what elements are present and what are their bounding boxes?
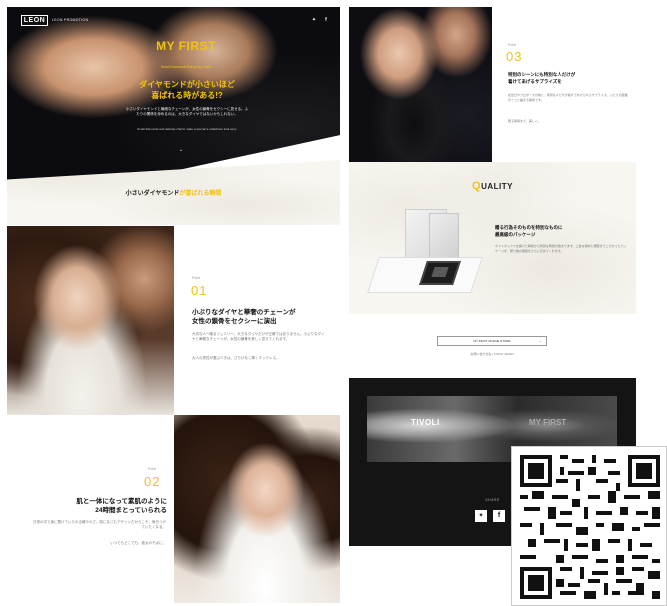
- footer-facebook-button[interactable]: f: [493, 510, 505, 522]
- section-01-content: Point 01 小ぶりなダイヤと華奢のチェーンが 女性の鎖骨をセクシーに演出 …: [174, 226, 340, 415]
- hero-catch-line2: 喜ばれる時がある!?: [151, 91, 223, 100]
- section-03-sub: Point: [508, 43, 516, 47]
- section-01-photo: [7, 226, 174, 415]
- quality-title-q: Q: [472, 180, 482, 192]
- store-caption: お問い合わせ先 / TIVOLI JAPAN: [470, 352, 514, 356]
- store-area: MY FIRST ONLINE STORE → お問い合わせ先 / TIVOLI…: [349, 314, 636, 378]
- quality-heading-l2: 最高級のパッケージ: [495, 232, 536, 237]
- hero-subtitle-en: Small Diamonds Bring Big Smile: [160, 65, 212, 69]
- section-03-number: 03: [506, 49, 523, 64]
- section-02-sub: Point: [148, 467, 156, 471]
- package-box-back2: [429, 213, 459, 261]
- section-02-photo: [174, 415, 340, 603]
- footer-myfirst-logo: MY FIRST: [529, 418, 567, 427]
- section-03-body: 記念日やプロポーズの前に、特別な人だけが着けてあげられるサプライズ。ふたりの距離…: [508, 93, 628, 102]
- section-03-heading-l2: 着けてあげるサプライズを: [508, 79, 562, 84]
- leon-logo[interactable]: LEON: [21, 15, 48, 26]
- hero-title: MY FIRST: [156, 39, 216, 53]
- hero-catch-line1: ダイヤモンドが小さいほど: [139, 80, 235, 89]
- scroll-down-icon[interactable]: ⌄: [178, 147, 184, 153]
- section-03-heading-l1: 特別のシーンにも特別な人だけが: [508, 72, 576, 77]
- section-02-heading-l2: 24時間まとっていられる: [95, 507, 167, 514]
- section-01-heading-l2: 女性の鎖骨をセクシーに演出: [192, 318, 277, 325]
- twitter-icon[interactable]: ✦: [311, 17, 317, 23]
- section-01-number: 01: [191, 283, 208, 298]
- online-store-button[interactable]: MY FIRST ONLINE STORE →: [437, 336, 547, 346]
- facebook-icon[interactable]: f: [323, 17, 329, 23]
- section-01-note: 大人の男性が選ぶべきは、さりげなく輝くネックレス。: [192, 356, 280, 360]
- qr-code: [511, 446, 667, 606]
- quality-section: QUALITY 贈る行為そのものを特別なものに 最高級のパッケージ ギフトボック…: [349, 162, 636, 314]
- arrow-right-icon: →: [538, 338, 542, 343]
- section-03-photo: [349, 7, 492, 162]
- online-store-button-label: MY FIRST ONLINE STORE: [473, 339, 511, 343]
- package-image: [367, 207, 487, 299]
- section-01-sub: Point: [192, 276, 200, 280]
- brand-subtitle: LEON PROMOTION: [52, 18, 89, 22]
- quality-title-rest: UALITY: [481, 182, 513, 191]
- quality-heading-l1: 贈る行為そのものを特別なものに: [495, 225, 563, 230]
- banner-text: 小さいダイヤモンドが喜ばれる瞬間: [7, 188, 340, 197]
- section-01-body: 大切な人へ贈るジュエリー。大きなダイヤだけが正解ではありません。小ぶりなダイヤと…: [192, 332, 325, 341]
- footer-twitter-button[interactable]: ✦: [475, 510, 487, 522]
- footer-tivoli-logo: TIVOLI: [411, 418, 440, 427]
- hero-body-jp: 小さいダイヤモンドと繊細なチェーンが、女性の鎖骨をセクシーに見せる。ふたりの関係…: [125, 107, 249, 116]
- quality-title: QUALITY: [349, 180, 636, 192]
- qr-code-graphic: [520, 455, 660, 599]
- section-02-number: 02: [144, 474, 161, 489]
- section-03-note: 贈る瞬間まで、美しく。: [508, 119, 541, 123]
- banner-text-plain: 小さいダイヤモンド: [125, 191, 180, 197]
- section-02-note: いつでもどこでも、彼女のそばに。: [110, 541, 166, 545]
- section-02-body: 日常の中で身に着けていられる軽やかさ。肌になじむデザインだからこそ、毎日つけてい…: [33, 520, 166, 529]
- section-03-content: Point 03 特別のシーンにも特別な人だけが 着けてあげるサプライズを 記念…: [492, 7, 636, 162]
- section-01-heading-l1: 小ぶりなダイヤと華奢のチェーンが: [192, 309, 296, 316]
- section-02-content: Point 02 肌と一体になって素肌のように 24時間まとっていられる 日常の…: [7, 415, 174, 603]
- quality-body: ギフトボックスを開けた瞬間から特別な時間が始まります。上質な素材と細部までこだわ…: [495, 244, 627, 253]
- banner-text-gold: が喜ばれる瞬間: [179, 191, 222, 197]
- hero-body-en: Small diamonds and delicate chains make …: [137, 127, 237, 131]
- brand-text: LEON: [23, 17, 46, 24]
- section-02-heading-l1: 肌と一体になって素肌のように: [76, 498, 167, 505]
